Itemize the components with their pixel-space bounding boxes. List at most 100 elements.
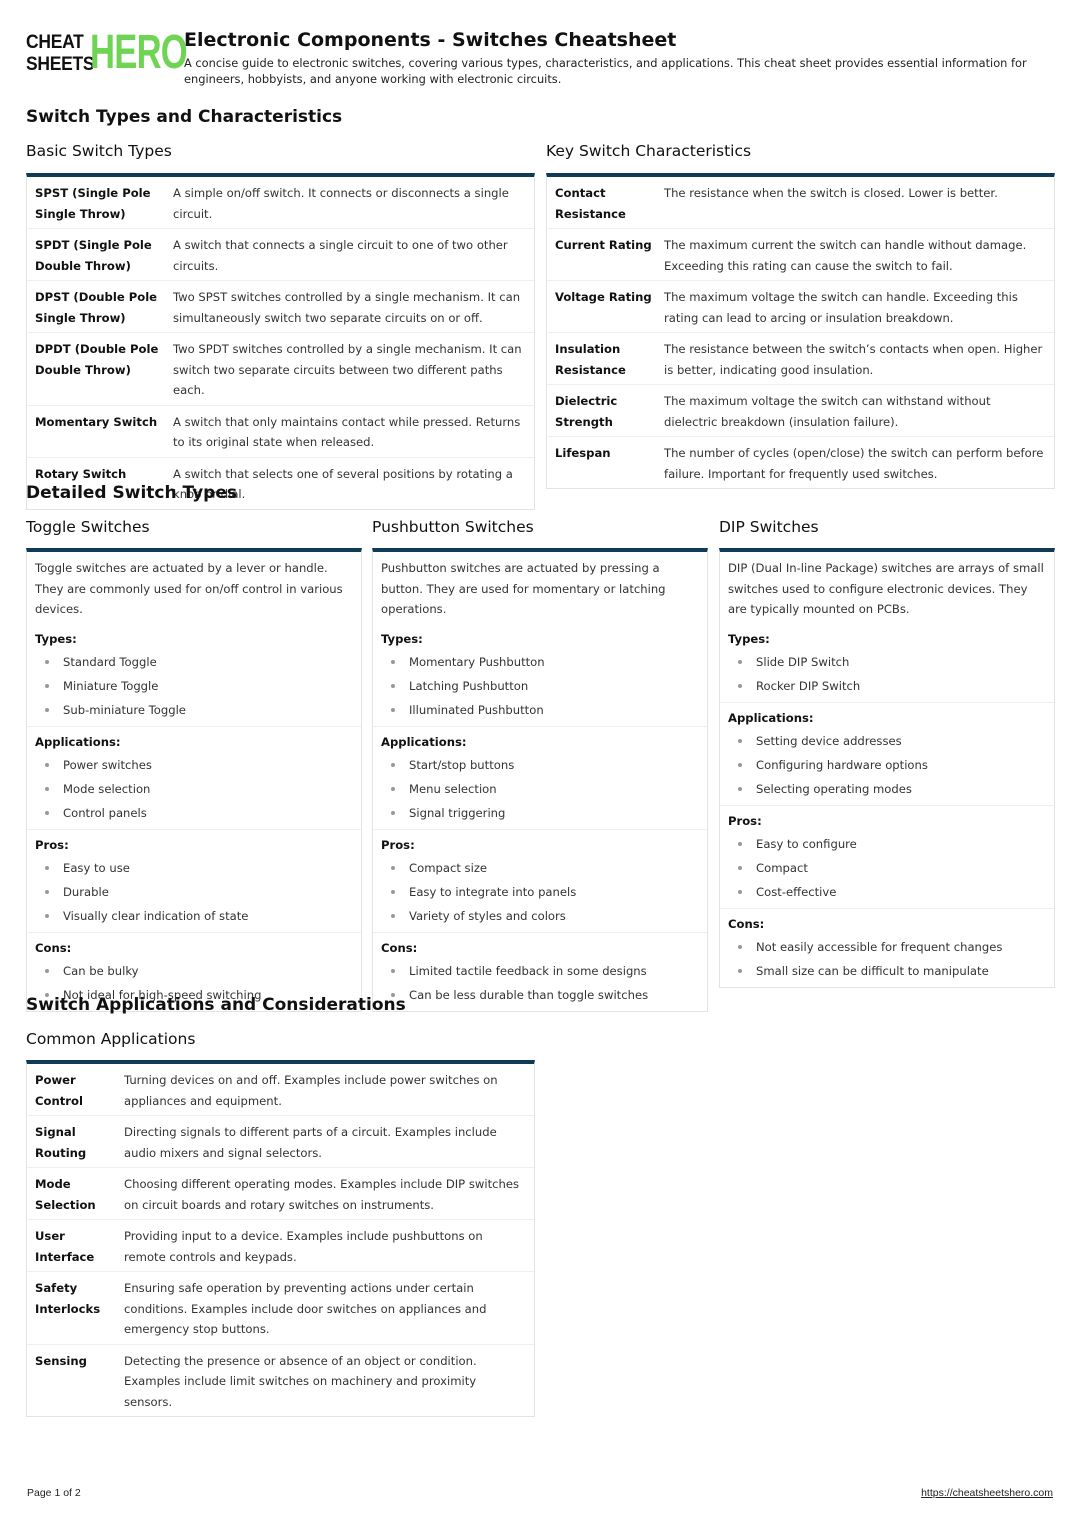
- row-description: A switch that connects a single circuit …: [173, 238, 508, 273]
- list-item: Illuminated Pushbutton: [381, 698, 699, 722]
- bullet-list: Limited tactile feedback in some designs…: [381, 959, 699, 1007]
- list-item: Rocker DIP Switch: [728, 674, 1046, 698]
- table-row: SPDT (Single Pole Double Throw) A switch …: [27, 229, 534, 281]
- list-item: Not easily accessible for frequent chang…: [728, 935, 1046, 959]
- list-item: Compact: [728, 856, 1046, 880]
- list-item: Miniature Toggle: [35, 674, 353, 698]
- row-description: The maximum current the switch can handl…: [664, 238, 1027, 273]
- group-label: Applications:: [381, 734, 467, 749]
- section-title-detailed: Detailed Switch Types: [26, 483, 237, 503]
- list-item: Configuring hardware options: [728, 753, 1046, 777]
- bullet-list: Slide DIP Switch Rocker DIP Switch: [728, 650, 1046, 698]
- row-term: DPDT (Double Pole Double Throw): [35, 342, 159, 377]
- row-description: Turning devices on and off. Examples inc…: [124, 1073, 498, 1108]
- card-group: Types: Momentary Pushbutton Latching Pushb…: [373, 620, 707, 727]
- group-label: Cons:: [35, 940, 72, 955]
- row-term: Mode Selection: [35, 1177, 96, 1212]
- card-group: Cons: Not easily accessible for frequent …: [720, 909, 1054, 987]
- row-term: Current Rating: [555, 238, 652, 252]
- row-description: Two SPST switches controlled by a single…: [173, 290, 521, 325]
- row-term: Voltage Rating: [555, 290, 652, 304]
- section-title-applications: Switch Applications and Considerations: [26, 995, 406, 1015]
- row-description: The resistance when the switch is closed…: [664, 186, 998, 200]
- list-item: Start/stop buttons: [381, 753, 699, 777]
- table-row: Current Rating The maximum current the sw…: [547, 229, 1054, 281]
- table-row: Momentary Switch A switch that only maint…: [27, 406, 534, 458]
- row-term: Dielectric Strength: [555, 394, 618, 429]
- table-row: Power Control Turning devices on and off.…: [27, 1064, 534, 1116]
- card-intro: Toggle switches are actuated by a lever …: [35, 561, 343, 616]
- list-item: Latching Pushbutton: [381, 674, 699, 698]
- group-label: Pros:: [35, 837, 69, 852]
- row-term: SPST (Single Pole Single Throw): [35, 186, 151, 221]
- key-characteristics-table: Contact Resistance The resistance when th…: [546, 173, 1055, 489]
- page-title: Electronic Components - Switches Cheatsh…: [184, 29, 677, 51]
- row-description: A simple on/off switch. It connects or d…: [173, 186, 509, 221]
- card-title-pushbutton: Pushbutton Switches: [372, 518, 534, 536]
- row-term: Momentary Switch: [35, 414, 158, 429]
- table-row: Voltage Rating The maximum voltage the sw…: [547, 281, 1054, 333]
- card-group: Pros: Compact size Easy to integrate into …: [373, 830, 707, 933]
- logo-hero: HERO: [90, 26, 188, 79]
- list-item: Durable: [35, 880, 353, 904]
- bullet-list: Standard Toggle Miniature Toggle Sub-minia…: [35, 650, 353, 722]
- row-description: Directing signals to different parts of …: [124, 1125, 497, 1160]
- list-item: Selecting operating modes: [728, 777, 1046, 801]
- row-description: The number of cycles (open/close) the sw…: [664, 446, 1044, 481]
- page-header: CHEAT SHEETS HERO Electronic Components -…: [26, 28, 1056, 87]
- row-description: Two SPDT switches controlled by a single…: [173, 342, 522, 397]
- card-group: Cons: Limited tactile feedback in some de…: [373, 933, 707, 1011]
- card-title-common-apps: Common Applications: [26, 1030, 196, 1048]
- pushbutton-switches-card: Pushbutton switches are actuated by pres…: [372, 548, 708, 1012]
- table-row: Insulation Resistance The resistance betw…: [547, 333, 1054, 385]
- row-description: Detecting the presence or absence of an …: [124, 1353, 477, 1409]
- list-item: Setting device addresses: [728, 729, 1046, 753]
- group-label: Applications:: [35, 734, 121, 749]
- table-row: Safety Interlocks Ensuring safe operation…: [27, 1272, 534, 1345]
- table-row: DPDT (Double Pole Double Throw) Two SPDT …: [27, 333, 534, 406]
- row-description: Ensuring safe operation by preventing ac…: [124, 1281, 487, 1336]
- bullet-list: Not easily accessible for frequent chang…: [728, 935, 1046, 983]
- table-row: DPST (Double Pole Single Throw) Two SPST …: [27, 281, 534, 333]
- row-term: Sensing: [35, 1353, 87, 1368]
- group-label: Types:: [35, 631, 77, 646]
- row-term: DPST (Double Pole Single Throw): [35, 290, 158, 325]
- table-row: Contact Resistance The resistance when th…: [547, 177, 1054, 229]
- card-group: Pros: Easy to use Durable Visually clear in…: [27, 830, 361, 933]
- row-term: Contact Resistance: [555, 186, 626, 221]
- bullet-list: Compact size Easy to integrate into panel…: [381, 856, 699, 928]
- group-label: Pros:: [728, 813, 762, 828]
- card-title-basic-types: Basic Switch Types: [26, 142, 172, 160]
- page-subtitle: A concise guide to electronic switches, …: [184, 56, 1027, 86]
- card-group: Pros: Easy to configure Compact Cost-effect…: [720, 806, 1054, 909]
- table-row: Lifespan The number of cycles (open/close…: [547, 437, 1054, 488]
- table-row: Sensing Detecting the presence or absence…: [27, 1345, 534, 1417]
- list-item: Slide DIP Switch: [728, 650, 1046, 674]
- list-item: Visually clear indication of state: [35, 904, 353, 928]
- card-title-key-characteristics: Key Switch Characteristics: [546, 142, 752, 160]
- card-group: Types: Standard Toggle Miniature Toggle Sub…: [27, 620, 361, 727]
- list-item: Control panels: [35, 801, 353, 825]
- list-item: Small size can be difficult to manipulat…: [728, 959, 1046, 983]
- card-group: Types: Slide DIP Switch Rocker DIP Switch: [720, 620, 1054, 703]
- group-label: Types:: [381, 631, 423, 646]
- row-term: SPDT (Single Pole Double Throw): [35, 238, 152, 273]
- row-description: Choosing different operating modes. Exam…: [124, 1177, 520, 1212]
- table-row: Signal Routing Directing signals to diffe…: [27, 1116, 534, 1168]
- list-item: Cost-effective: [728, 880, 1046, 904]
- row-term: Power Control: [35, 1073, 83, 1108]
- bullet-list: Power switches Mode selection Control pane…: [35, 753, 353, 825]
- list-item: Compact size: [381, 856, 699, 880]
- row-term: Safety Interlocks: [35, 1281, 101, 1316]
- list-item: Signal triggering: [381, 801, 699, 825]
- row-description: The resistance between the switch’s cont…: [664, 342, 1043, 377]
- cheatsheetshero-logo[interactable]: CHEAT SHEETS HERO: [26, 28, 188, 78]
- group-label: Types:: [728, 631, 770, 646]
- site-link[interactable]: https://cheatsheetshero.com: [921, 1487, 1053, 1499]
- list-item: Easy to integrate into panels: [381, 880, 699, 904]
- card-intro: Pushbutton switches are actuated by pres…: [381, 561, 666, 616]
- list-item: Can be bulky: [35, 959, 353, 983]
- list-item: Power switches: [35, 753, 353, 777]
- logo-text: CHEAT SHEETS: [26, 32, 95, 75]
- row-description: The maximum voltage the switch can handl…: [664, 290, 1018, 325]
